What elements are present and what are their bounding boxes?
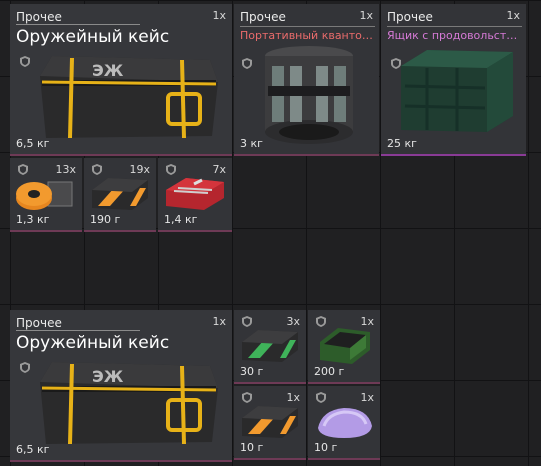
quantum-device-icon: [265, 46, 353, 144]
item-category: Прочее: [240, 10, 286, 24]
item-count: 13x: [55, 163, 76, 176]
inventory-item-orange-chip[interactable]: 1x 10 г: [234, 386, 306, 460]
item-category: Прочее: [16, 316, 62, 330]
green-device-icon: [320, 328, 370, 364]
red-toolbox-icon: [166, 178, 224, 210]
item-weight: 30 г: [240, 365, 264, 378]
orange-chip-icon: [242, 406, 298, 438]
item-count: 1x: [286, 391, 300, 404]
shield-icon: [242, 58, 252, 69]
shield-icon: [242, 316, 252, 327]
item-title: Оружейный кейс: [16, 330, 169, 353]
inventory-item-food-crate[interactable]: Прочее 1x Ящик с продовольствие... 25 кг: [381, 4, 526, 156]
shield-icon: [242, 392, 252, 403]
item-weight: 1,4 кг: [164, 213, 198, 226]
item-weight: 3 кг: [240, 137, 263, 150]
weapon-case-icon: ЭЖ: [40, 56, 218, 139]
item-title: Оружейный кейс: [16, 24, 169, 47]
inventory-grid: Прочее 1x Оружейный кейс ЭЖ 6,5 кг Проче…: [0, 0, 541, 466]
item-weight: 6,5 кг: [16, 137, 50, 150]
item-count: 7x: [212, 163, 226, 176]
inventory-item-orange-spool[interactable]: 13x 1,3 кг: [10, 158, 82, 232]
inventory-item-weapon-case[interactable]: Прочее 1x Оружейный кейс ЭЖ 6,5 кг: [10, 4, 232, 156]
shield-icon: [18, 164, 28, 175]
inventory-item-orange-chip[interactable]: 19x 190 г: [84, 158, 156, 232]
item-weight: 10 г: [240, 441, 264, 454]
inventory-item-purple-powder[interactable]: 1x 10 г: [308, 386, 380, 460]
item-weight: 1,3 кг: [16, 213, 50, 226]
inventory-item-weapon-case[interactable]: Прочее 1x Оружейный кейс ЭЖ 6,5 кг: [10, 310, 232, 462]
shield-icon: [92, 164, 102, 175]
shield-icon: [20, 362, 30, 373]
food-crate-icon: [401, 50, 513, 132]
item-weight: 10 г: [314, 441, 338, 454]
item-count: 1x: [212, 9, 226, 22]
item-count: 19x: [129, 163, 150, 176]
item-category: Прочее: [16, 10, 62, 24]
shield-icon: [166, 164, 176, 175]
purple-powder-icon: [318, 408, 372, 438]
shield-icon: [20, 56, 30, 67]
inventory-item-green-chip[interactable]: 3x 30 г: [234, 310, 306, 384]
item-count: 1x: [506, 9, 520, 22]
item-subtitle: Портативный квантовы...: [240, 26, 375, 42]
green-chip-icon: [242, 330, 298, 362]
item-weight: 190 г: [90, 213, 121, 226]
item-category: Прочее: [387, 10, 433, 24]
orange-spool-icon: [16, 181, 73, 210]
item-weight: 200 г: [314, 365, 345, 378]
inventory-item-quantum-device[interactable]: Прочее 1x Портативный квантовы... 3 кг: [234, 4, 379, 156]
item-subtitle: Ящик с продовольствие...: [387, 26, 522, 42]
item-count: 3x: [286, 315, 300, 328]
inventory-item-green-device[interactable]: 1x 200 г: [308, 310, 380, 384]
orange-chip-icon: [92, 178, 148, 210]
weapon-case-icon: ЭЖ: [40, 362, 218, 445]
item-weight: 25 кг: [387, 137, 417, 150]
svg-text:ЭЖ: ЭЖ: [92, 61, 124, 80]
svg-text:ЭЖ: ЭЖ: [92, 367, 124, 386]
item-count: 1x: [212, 315, 226, 328]
item-count: 1x: [359, 9, 373, 22]
item-weight: 6,5 кг: [16, 443, 50, 456]
inventory-item-red-toolbox[interactable]: 7x 1,4 кг: [158, 158, 232, 232]
